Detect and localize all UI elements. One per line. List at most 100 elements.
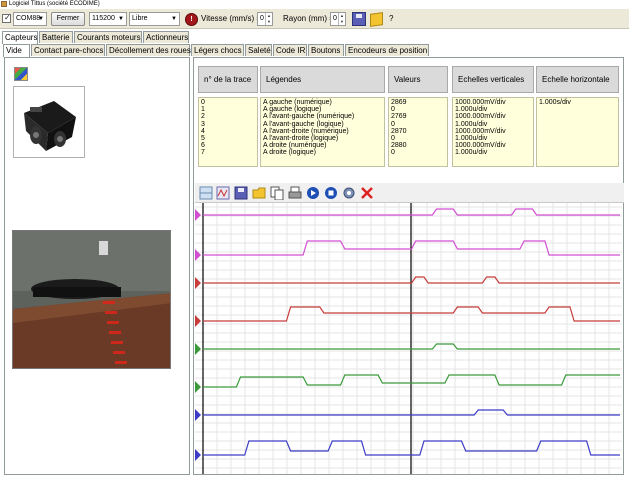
- chevron-down-icon: ▼: [38, 16, 44, 22]
- camera-image: [13, 231, 170, 368]
- list-item: 1: [201, 106, 205, 114]
- tab-vide[interactable]: Vide: [3, 44, 30, 57]
- list-item: A l'avant-droite (numérique): [263, 127, 349, 135]
- list-item: 2869: [391, 99, 407, 106]
- list-item: 1000.000mV/div: [455, 99, 506, 106]
- radius-label: Rayon (mm) =: [283, 14, 334, 23]
- wave-icon[interactable]: [216, 186, 230, 200]
- trace-marker: [195, 209, 201, 221]
- tab-decollement-roues[interactable]: Décollement des roues: [106, 44, 191, 56]
- list-item: 1.000u/div: [455, 120, 488, 128]
- list-item: A droite (numérique): [263, 142, 327, 150]
- folder-icon[interactable]: [370, 12, 383, 27]
- palette-icon[interactable]: [14, 67, 28, 81]
- tab-actionneurs[interactable]: Actionneurs: [143, 31, 189, 43]
- left-panel: [4, 57, 190, 475]
- list-item: A gauche (numérique): [263, 99, 332, 106]
- list-item: 3: [201, 120, 205, 128]
- list-item: 1.000u/div: [455, 149, 488, 157]
- list-item: 5: [201, 134, 205, 142]
- trace-marker: [195, 409, 201, 421]
- trace-marker: [195, 381, 201, 393]
- save-icon[interactable]: [352, 12, 366, 26]
- radius-value: 0: [333, 15, 337, 22]
- list-item: 7: [201, 149, 205, 157]
- list-item: 0: [391, 134, 395, 142]
- chevron-down-icon: ▼: [118, 16, 124, 22]
- tab-code-ir[interactable]: Code IR: [273, 44, 307, 56]
- emergency-stop-button[interactable]: !: [185, 13, 198, 26]
- port-select[interactable]: COM88 ▼: [13, 12, 47, 26]
- robot-icon: [24, 101, 76, 151]
- list-item: A l'avant-droite (logique): [263, 134, 339, 142]
- spinner-icon[interactable]: ▲ ▼: [265, 13, 272, 25]
- stop-icon[interactable]: [324, 186, 338, 200]
- list-item: A gauche (logique): [263, 106, 322, 114]
- toolbar: COM88 ▼ Fermer 115200 ▼ Libre ▼ ! Vitess…: [0, 9, 629, 29]
- header-trace-number: n° de la trace: [198, 66, 258, 93]
- trace-marker: [195, 343, 201, 355]
- open-icon[interactable]: [252, 186, 266, 200]
- connect-checkbox[interactable]: [2, 12, 11, 24]
- list-item: 1000.000mV/div: [455, 127, 506, 135]
- list-item: A l'avant-gauche (logique): [263, 120, 344, 128]
- mode-select[interactable]: Libre ▼: [129, 12, 180, 26]
- tab-capteurs[interactable]: Capteurs: [2, 31, 38, 44]
- oscilloscope-chart[interactable]: [195, 203, 622, 474]
- list-item: 4: [201, 127, 205, 135]
- save-icon[interactable]: [234, 186, 248, 200]
- chart-toolbar: [195, 183, 624, 203]
- vertical-scales-column: 1000.000mV/div 1.000u/div 1000.000mV/div…: [452, 97, 534, 167]
- list-item: 2769: [391, 113, 407, 121]
- list-item: 1.000s/div: [539, 99, 571, 106]
- trace-marker: [195, 315, 201, 327]
- tab-legers-chocs[interactable]: Légers chocs: [191, 44, 244, 56]
- title-bar: Logiciel Tittus (société ECODIME): [0, 0, 629, 8]
- trace-marker: [195, 249, 201, 261]
- header-values: Valeurs: [388, 66, 448, 93]
- tab-courants-moteurs[interactable]: Courants moteurs: [74, 31, 142, 43]
- list-item: 2880: [391, 142, 407, 150]
- tab-batterie[interactable]: Batterie: [39, 31, 73, 43]
- horizontal-scale-column: 1.000s/div: [536, 97, 619, 167]
- tab-salete[interactable]: Saleté: [245, 44, 272, 56]
- delete-icon[interactable]: [360, 186, 374, 200]
- list-item: 1.000u/div: [455, 134, 488, 142]
- radius-input[interactable]: 0 ▲ ▼: [330, 12, 346, 26]
- trace-number-column: 0 1 2 3 4 5 6 7: [198, 97, 258, 167]
- close-port-button[interactable]: Fermer: [51, 12, 85, 26]
- list-item: 0: [391, 120, 395, 128]
- speed-value: 0: [260, 15, 264, 22]
- list-item: 6: [201, 142, 205, 150]
- chevron-down-icon: ▼: [171, 16, 177, 22]
- list-item: 1.000u/div: [455, 106, 488, 114]
- list-item: 0: [391, 106, 395, 114]
- copy-icon[interactable]: [270, 186, 284, 200]
- app-icon: [1, 1, 7, 7]
- print-icon[interactable]: [288, 186, 302, 200]
- baud-select[interactable]: 115200 ▼: [89, 12, 127, 26]
- list-item: 1000.000mV/div: [455, 113, 506, 121]
- view-icon[interactable]: [199, 186, 213, 200]
- list-item: A droite (logique): [263, 149, 316, 157]
- tab-contact-pare-chocs[interactable]: Contact pare-chocs: [31, 44, 105, 56]
- settings-icon[interactable]: [342, 186, 356, 200]
- header-horizontal-scale: Echelle horizontale: [536, 66, 619, 93]
- list-item: 1000.000mV/div: [455, 142, 506, 150]
- spinner-icon[interactable]: ▲ ▼: [338, 13, 345, 25]
- help-button[interactable]: ?: [389, 12, 393, 26]
- list-item: 2870: [391, 127, 407, 135]
- list-item: 0: [201, 99, 205, 106]
- legends-column: A gauche (numérique) A gauche (logique) …: [260, 97, 385, 167]
- tab-encodeurs-position[interactable]: Encodeurs de position: [345, 44, 429, 56]
- tab-boutons[interactable]: Boutons: [308, 44, 344, 56]
- list-item: 0: [391, 149, 395, 157]
- values-column: 2869 0 2769 0 2870 0 2880 0: [388, 97, 448, 167]
- port-value: COM88: [16, 15, 41, 22]
- header-vertical-scales: Echelles verticales: [452, 66, 534, 93]
- window-title: Logiciel Tittus (société ECODIME): [9, 1, 100, 7]
- speed-label: Vitesse (mm/s) =: [201, 14, 262, 23]
- play-icon[interactable]: [306, 186, 320, 200]
- header-legends: Légendes: [260, 66, 385, 93]
- speed-input[interactable]: 0 ▲ ▼: [257, 12, 273, 26]
